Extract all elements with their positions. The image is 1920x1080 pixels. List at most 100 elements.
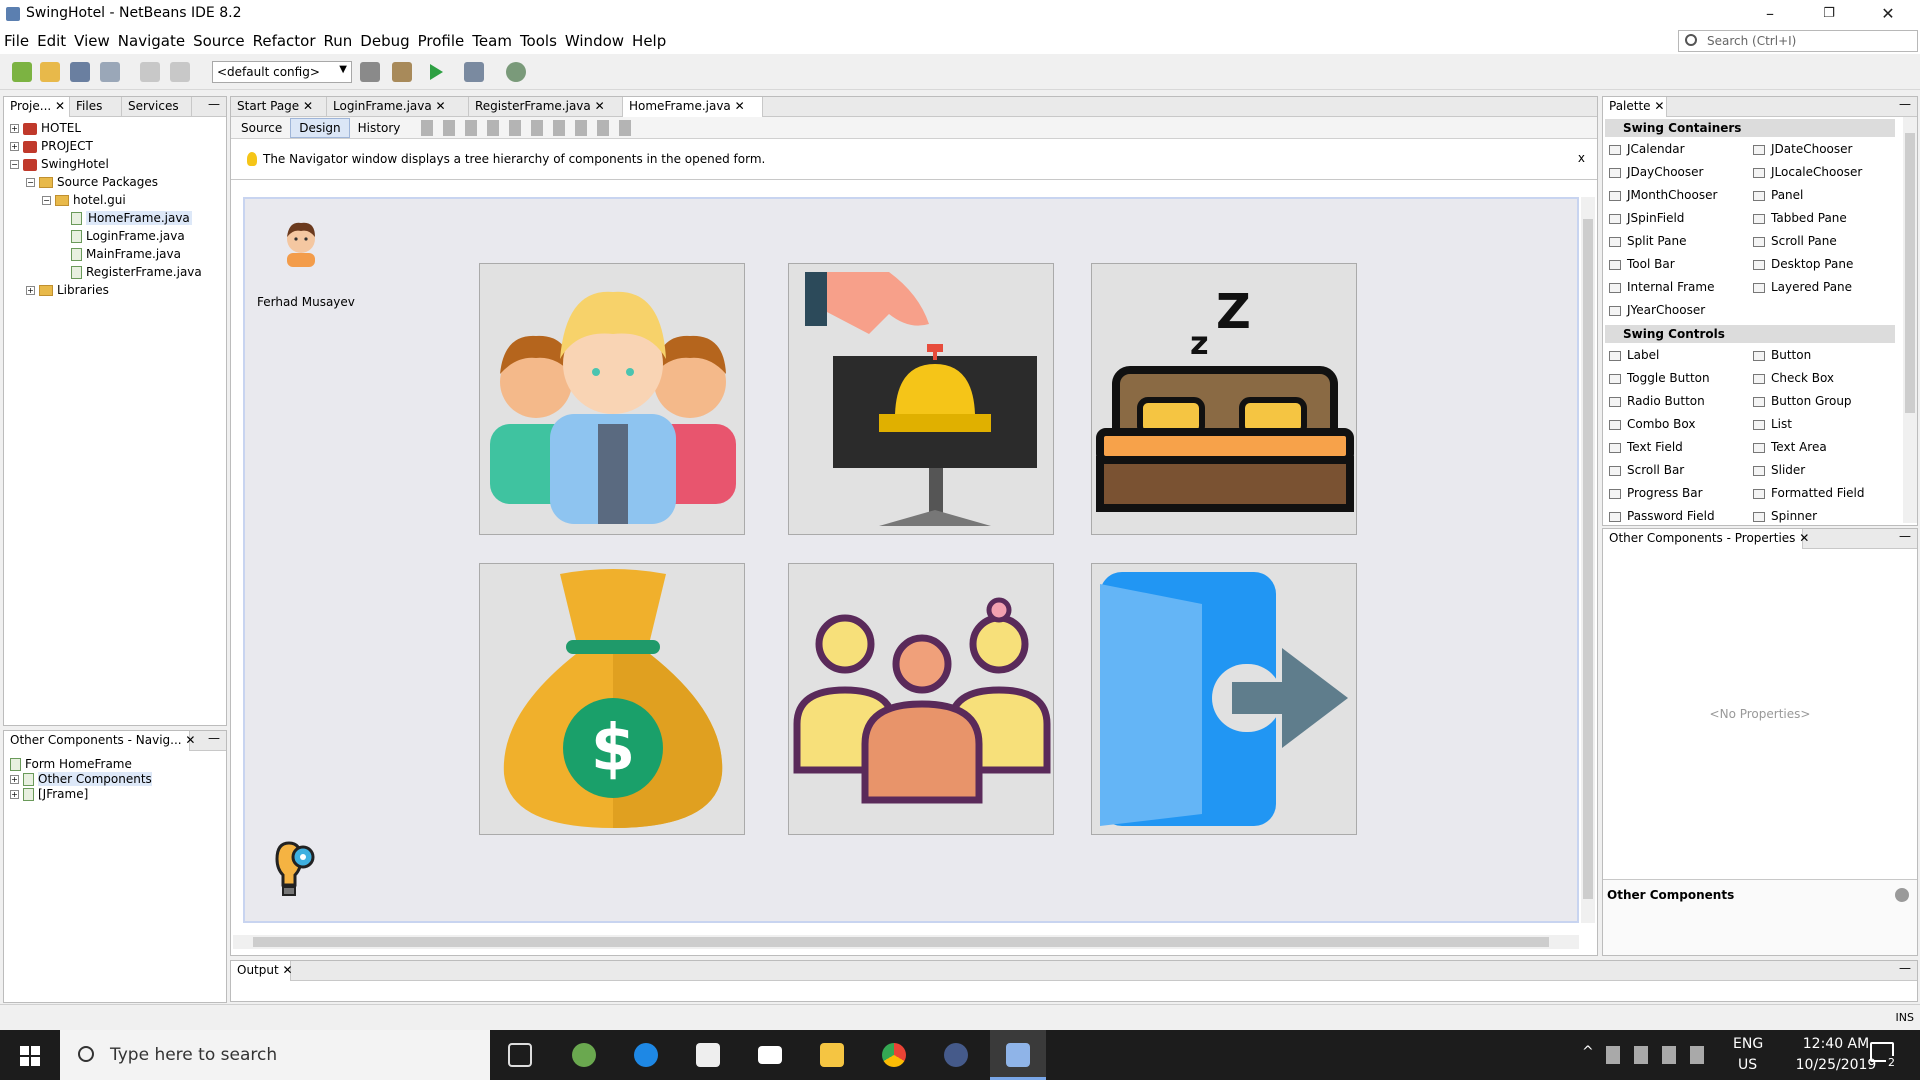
undo-icon[interactable] — [140, 62, 160, 82]
tab-output[interactable]: Output ✕ — [231, 961, 293, 981]
close-button[interactable]: ✕ — [1860, 0, 1916, 28]
input-language[interactable]: ENG — [1733, 1036, 1763, 1052]
profile-icon[interactable] — [506, 62, 526, 82]
design-toolbar-icons[interactable] — [421, 120, 641, 136]
logout-button[interactable] — [1091, 563, 1357, 835]
close-tab-icon[interactable]: ✕ — [731, 99, 745, 113]
mode-design-button[interactable]: Design — [290, 118, 350, 138]
new-project-icon[interactable] — [40, 62, 60, 82]
tree-node[interactable]: − hotel.gui — [42, 191, 126, 209]
palette-item[interactable]: Scroll Pane — [1753, 231, 1837, 251]
palette-item[interactable]: JCalendar — [1609, 139, 1685, 159]
collapse-icon[interactable]: − — [42, 196, 51, 205]
minimize-palette-icon[interactable]: — — [1899, 97, 1911, 111]
minimize-properties-icon[interactable]: — — [1899, 529, 1911, 543]
windows-start-icon[interactable] — [0, 1030, 60, 1080]
palette-section-header[interactable]: Swing Controls — [1605, 325, 1895, 343]
config-select[interactable]: <default config> ▼ — [212, 61, 352, 83]
palette-item[interactable]: JSpinField — [1609, 208, 1684, 228]
menu-debug[interactable]: Debug — [356, 28, 413, 54]
payments-button[interactable]: $ — [479, 563, 745, 835]
palette-section-header[interactable]: Swing Containers — [1605, 119, 1895, 137]
debug-icon[interactable] — [464, 62, 484, 82]
menu-run[interactable]: Run — [320, 28, 357, 54]
help-icon[interactable] — [1895, 888, 1909, 902]
tab-files[interactable]: Files — [70, 97, 122, 117]
palette-item[interactable]: Panel — [1753, 185, 1803, 205]
tree-node[interactable]: + PROJECT — [10, 137, 93, 155]
customers-button[interactable] — [788, 563, 1054, 835]
palette-item[interactable]: Text Area — [1753, 437, 1827, 457]
expand-icon[interactable]: + — [10, 142, 19, 151]
palette-item[interactable]: JDayChooser — [1609, 162, 1703, 182]
minimize-output-icon[interactable]: — — [1899, 961, 1911, 975]
menu-navigate[interactable]: Navigate — [114, 28, 189, 54]
palette-item[interactable]: Slider — [1753, 460, 1805, 480]
menu-help[interactable]: Help — [628, 28, 670, 54]
palette-item[interactable]: Label — [1609, 345, 1659, 365]
palette-item[interactable]: JYearChooser — [1609, 300, 1705, 320]
task-view-icon[interactable] — [492, 1030, 548, 1080]
chrome-icon[interactable] — [866, 1030, 922, 1080]
expand-icon[interactable]: + — [10, 124, 19, 133]
netbeans-taskbar-icon[interactable] — [990, 1030, 1046, 1080]
build-icon[interactable] — [360, 62, 380, 82]
tab-palette[interactable]: Palette ✕ — [1603, 97, 1667, 117]
menu-team[interactable]: Team — [468, 28, 516, 54]
palette-item[interactable]: JMonthChooser — [1609, 185, 1717, 205]
tree-node[interactable]: MainFrame.java — [58, 245, 181, 263]
mode-history-button[interactable]: History — [350, 119, 409, 137]
menu-tools[interactable]: Tools — [516, 28, 561, 54]
menu-view[interactable]: View — [70, 28, 114, 54]
tree-node[interactable]: + Libraries — [26, 281, 109, 299]
palette-item[interactable]: Toggle Button — [1609, 368, 1710, 388]
expand-icon[interactable]: + — [26, 286, 35, 295]
open-project-icon[interactable] — [70, 62, 90, 82]
tree-node[interactable]: − SwingHotel — [10, 155, 109, 173]
horizontal-scrollbar[interactable] — [233, 935, 1579, 949]
palette-item[interactable]: Desktop Pane — [1753, 254, 1853, 274]
palette-item[interactable]: Progress Bar — [1609, 483, 1703, 503]
palette-item[interactable]: Tabbed Pane — [1753, 208, 1847, 228]
menu-refactor[interactable]: Refactor — [249, 28, 320, 54]
palette-item[interactable]: Spinner — [1753, 506, 1817, 526]
palette-item[interactable]: Scroll Bar — [1609, 460, 1684, 480]
close-tab-icon[interactable]: ✕ — [432, 99, 446, 113]
close-notice-icon[interactable]: x — [1578, 151, 1585, 165]
palette-item[interactable]: Radio Button — [1609, 391, 1705, 411]
design-canvas[interactable]: Ferhad Musayev z Z $ — [243, 197, 1579, 923]
palette-item[interactable]: Button — [1753, 345, 1811, 365]
mail-icon[interactable] — [742, 1030, 798, 1080]
staff-button[interactable] — [479, 263, 745, 535]
palette-item[interactable]: Button Group — [1753, 391, 1852, 411]
run-icon[interactable] — [430, 64, 443, 80]
palette-item[interactable]: Formatted Field — [1753, 483, 1865, 503]
palette-item[interactable]: JLocaleChooser — [1753, 162, 1862, 182]
expand-icon[interactable]: + — [10, 775, 19, 784]
menu-edit[interactable]: Edit — [33, 28, 70, 54]
menu-source[interactable]: Source — [189, 28, 249, 54]
clean-build-icon[interactable] — [392, 62, 412, 82]
menu-profile[interactable]: Profile — [414, 28, 469, 54]
new-file-icon[interactable] — [12, 62, 32, 82]
ide-search-input[interactable]: Search (Ctrl+I) — [1678, 30, 1918, 52]
turtle-app-icon[interactable] — [556, 1030, 612, 1080]
minimize-button[interactable]: – — [1742, 0, 1798, 28]
restore-button[interactable]: ❐ — [1801, 0, 1857, 28]
collapse-icon[interactable]: − — [10, 160, 19, 169]
edge-browser-icon[interactable] — [618, 1030, 674, 1080]
reception-button[interactable] — [788, 263, 1054, 535]
editor-tab[interactable]: RegisterFrame.java ✕ — [469, 97, 623, 117]
palette-item[interactable]: Layered Pane — [1753, 277, 1852, 297]
expand-icon[interactable]: + — [10, 790, 19, 799]
palette-item[interactable]: Internal Frame — [1609, 277, 1714, 297]
tree-node[interactable]: + HOTEL — [10, 119, 81, 137]
file-explorer-icon[interactable] — [804, 1030, 860, 1080]
palette-item[interactable]: Password Field — [1609, 506, 1715, 526]
minimize-navigator-icon[interactable]: — — [208, 731, 220, 745]
mode-source-button[interactable]: Source — [233, 119, 290, 137]
collapse-icon[interactable]: − — [26, 178, 35, 187]
palette-scrollbar[interactable] — [1903, 117, 1917, 523]
tab-projects[interactable]: Proje... ✕ — [4, 97, 70, 117]
tree-node[interactable]: − Source Packages — [26, 173, 158, 191]
